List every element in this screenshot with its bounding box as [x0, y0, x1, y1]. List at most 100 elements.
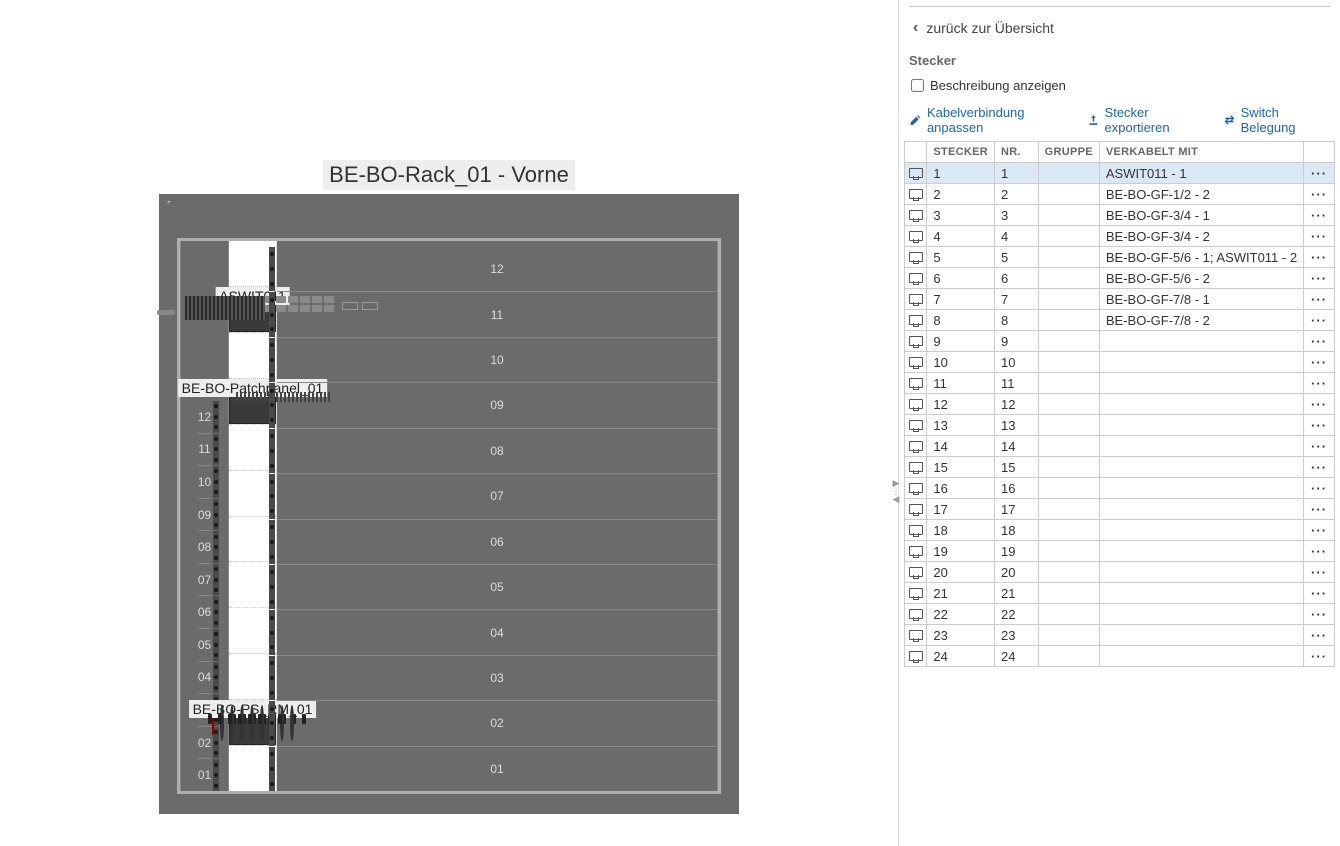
row-menu-button[interactable]: ···	[1304, 289, 1335, 310]
row-menu-button[interactable]: ···	[1304, 583, 1335, 604]
cell-stecker: 21	[927, 583, 995, 604]
row-menu-button[interactable]: ···	[1304, 541, 1335, 562]
row-menu-button[interactable]: ···	[1304, 310, 1335, 331]
cell-verkabelt	[1099, 394, 1303, 415]
row-menu-button[interactable]: ···	[1304, 604, 1335, 625]
cell-gruppe	[1038, 646, 1099, 667]
row-icon-cell	[905, 268, 927, 289]
cell-gruppe	[1038, 331, 1099, 352]
table-row[interactable]: 1818···	[905, 520, 1335, 541]
table-row[interactable]: 1212···	[905, 394, 1335, 415]
row-menu-button[interactable]: ···	[1304, 478, 1335, 499]
rack-unit-label: 06	[277, 519, 717, 564]
row-menu-button[interactable]: ···	[1304, 205, 1335, 226]
row-menu-button[interactable]: ···	[1304, 520, 1335, 541]
cell-verkabelt: BE-BO-GF-5/6 - 2	[1099, 268, 1303, 289]
row-menu-button[interactable]: ···	[1304, 499, 1335, 520]
table-row[interactable]: 1010···	[905, 352, 1335, 373]
col-icon[interactable]	[905, 142, 927, 163]
table-row[interactable]: 2323···	[905, 625, 1335, 646]
cell-verkabelt: ASWIT011 - 1	[1099, 163, 1303, 184]
cell-verkabelt: BE-BO-GF-1/2 - 2	[1099, 184, 1303, 205]
cell-stecker: 19	[927, 541, 995, 562]
row-menu-button[interactable]: ···	[1304, 247, 1335, 268]
table-row[interactable]: 22BE-BO-GF-1/2 - 2···	[905, 184, 1335, 205]
cell-stecker: 15	[927, 457, 995, 478]
row-menu-button[interactable]: ···	[1304, 226, 1335, 247]
table-row[interactable]: 1616···	[905, 478, 1335, 499]
cell-verkabelt: BE-BO-GF-3/4 - 1	[1099, 205, 1303, 226]
splitter-handle[interactable]: ▶⋮◀	[893, 480, 899, 502]
row-icon-cell	[905, 499, 927, 520]
table-row[interactable]: 1313···	[905, 415, 1335, 436]
cell-verkabelt	[1099, 436, 1303, 457]
row-icon-cell	[905, 373, 927, 394]
col-menu	[1304, 142, 1335, 163]
row-icon-cell	[905, 163, 927, 184]
port-icon	[909, 189, 923, 199]
table-row[interactable]: 99···	[905, 331, 1335, 352]
cell-nr: 9	[995, 331, 1039, 352]
port-icon	[909, 315, 923, 325]
row-menu-button[interactable]: ···	[1304, 457, 1335, 478]
port-icon	[909, 546, 923, 556]
table-row[interactable]: 66BE-BO-GF-5/6 - 2···	[905, 268, 1335, 289]
show-description-input[interactable]	[911, 79, 924, 92]
cell-stecker: 10	[927, 352, 995, 373]
rack-unit-label: 12	[198, 401, 211, 433]
table-row[interactable]: 77BE-BO-GF-7/8 - 1···	[905, 289, 1335, 310]
table-row[interactable]: 11ASWIT011 - 1···	[905, 163, 1335, 184]
cell-gruppe	[1038, 604, 1099, 625]
row-menu-button[interactable]: ···	[1304, 394, 1335, 415]
cell-gruppe	[1038, 541, 1099, 562]
back-link-label: zurück zur Übersicht	[926, 20, 1054, 36]
action-export[interactable]: Stecker exportieren	[1087, 105, 1209, 135]
cell-gruppe	[1038, 226, 1099, 247]
cell-verkabelt	[1099, 625, 1303, 646]
table-row[interactable]: 1717···	[905, 499, 1335, 520]
row-icon-cell	[905, 478, 927, 499]
table-row[interactable]: 88BE-BO-GF-7/8 - 2···	[905, 310, 1335, 331]
cell-nr: 17	[995, 499, 1039, 520]
col-stecker[interactable]: STECKER	[927, 142, 995, 163]
col-nr[interactable]: NR.	[995, 142, 1039, 163]
rack-unit-label: 09	[198, 498, 211, 531]
row-menu-button[interactable]: ···	[1304, 163, 1335, 184]
action-edit-cable[interactable]: Kabelverbindung anpassen	[909, 105, 1073, 135]
row-menu-button[interactable]: ···	[1304, 331, 1335, 352]
row-menu-button[interactable]: ···	[1304, 184, 1335, 205]
row-menu-button[interactable]: ···	[1304, 352, 1335, 373]
action-switch-layout[interactable]: Switch Belegung	[1223, 105, 1330, 135]
table-row[interactable]: 2020···	[905, 562, 1335, 583]
cell-gruppe	[1038, 184, 1099, 205]
show-description-checkbox[interactable]: Beschreibung anzeigen	[899, 78, 1340, 105]
rack-unit-label: 01	[277, 746, 717, 791]
row-menu-button[interactable]: ···	[1304, 415, 1335, 436]
back-link[interactable]: ‹ zurück zur Übersicht	[899, 13, 1340, 49]
table-row[interactable]: 2121···	[905, 583, 1335, 604]
table-row[interactable]: 2222···	[905, 604, 1335, 625]
row-menu-button[interactable]: ···	[1304, 436, 1335, 457]
rack-unit-label: 09	[277, 382, 717, 427]
cell-nr: 14	[995, 436, 1039, 457]
cell-verkabelt	[1099, 373, 1303, 394]
cell-verkabelt	[1099, 562, 1303, 583]
table-row[interactable]: 1515 ···	[905, 457, 1335, 478]
cell-nr: 2	[995, 184, 1039, 205]
table-row[interactable]: 1919···	[905, 541, 1335, 562]
table-row[interactable]: 55BE-BO-GF-5/6 - 1; ASWIT011 - 2···	[905, 247, 1335, 268]
table-row[interactable]: 44BE-BO-GF-3/4 - 2···	[905, 226, 1335, 247]
row-menu-button[interactable]: ···	[1304, 625, 1335, 646]
col-verkabelt[interactable]: VERKABELT MIT	[1099, 142, 1303, 163]
row-menu-button[interactable]: ···	[1304, 268, 1335, 289]
row-menu-button[interactable]: ···	[1304, 646, 1335, 667]
row-menu-button[interactable]: ···	[1304, 373, 1335, 394]
table-row[interactable]: 33BE-BO-GF-3/4 - 1···	[905, 205, 1335, 226]
table-row[interactable]: 2424···	[905, 646, 1335, 667]
table-row[interactable]: 1414···	[905, 436, 1335, 457]
col-gruppe[interactable]: GRUPPE	[1038, 142, 1099, 163]
cell-nr: 15	[995, 457, 1039, 478]
row-menu-button[interactable]: ···	[1304, 562, 1335, 583]
table-row[interactable]: 1111···	[905, 373, 1335, 394]
port-icon	[909, 588, 923, 598]
